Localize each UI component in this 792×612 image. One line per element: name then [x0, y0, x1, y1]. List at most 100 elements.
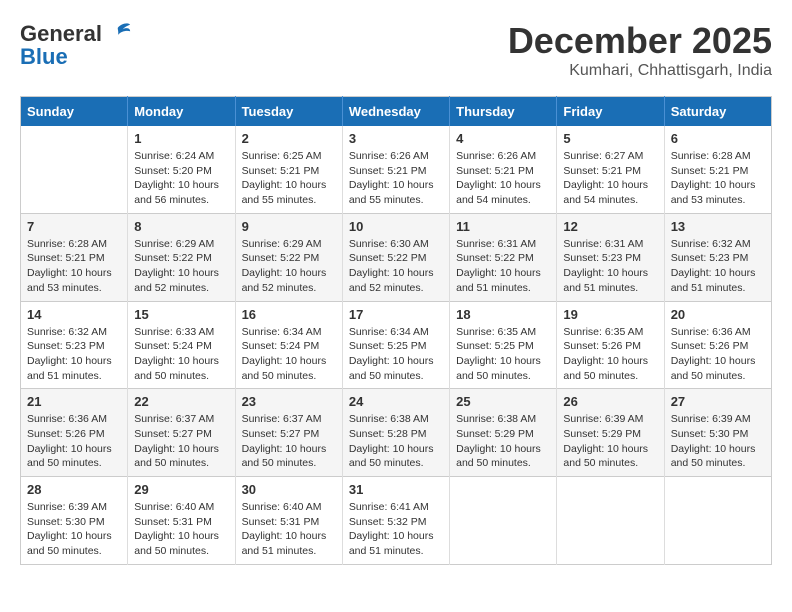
calendar-week-row: 28 Sunrise: 6:39 AM Sunset: 5:30 PM Dayli… — [21, 477, 772, 565]
calendar-week-row: 7 Sunrise: 6:28 AM Sunset: 5:21 PM Daylig… — [21, 213, 772, 301]
calendar-cell: 23 Sunrise: 6:37 AM Sunset: 5:27 PM Dayli… — [235, 389, 342, 477]
day-info: Sunrise: 6:36 AM Sunset: 5:26 PM Dayligh… — [27, 412, 121, 471]
day-info: Sunrise: 6:35 AM Sunset: 5:25 PM Dayligh… — [456, 325, 550, 384]
calendar-cell: 14 Sunrise: 6:32 AM Sunset: 5:23 PM Dayli… — [21, 301, 128, 389]
calendar-week-row: 1 Sunrise: 6:24 AM Sunset: 5:20 PM Daylig… — [21, 126, 772, 213]
day-info: Sunrise: 6:39 AM Sunset: 5:30 PM Dayligh… — [671, 412, 765, 471]
day-info: Sunrise: 6:34 AM Sunset: 5:24 PM Dayligh… — [242, 325, 336, 384]
day-info: Sunrise: 6:41 AM Sunset: 5:32 PM Dayligh… — [349, 500, 443, 559]
day-number: 2 — [242, 131, 336, 146]
day-info: Sunrise: 6:32 AM Sunset: 5:23 PM Dayligh… — [27, 325, 121, 384]
day-info: Sunrise: 6:30 AM Sunset: 5:22 PM Dayligh… — [349, 237, 443, 296]
weekday-header: Monday — [128, 97, 235, 127]
day-number: 22 — [134, 394, 228, 409]
calendar-cell: 9Sunrise: 6:29 AM Sunset: 5:22 PM Daylig… — [235, 213, 342, 301]
day-number: 31 — [349, 482, 443, 497]
calendar-cell: 21 Sunrise: 6:36 AM Sunset: 5:26 PM Dayli… — [21, 389, 128, 477]
day-number: 12 — [563, 219, 657, 234]
calendar-cell: 5 Sunrise: 6:27 AM Sunset: 5:21 PM Daylig… — [557, 126, 664, 213]
day-info: Sunrise: 6:28 AM Sunset: 5:21 PM Dayligh… — [671, 149, 765, 208]
day-number: 30 — [242, 482, 336, 497]
day-info: Sunrise: 6:33 AM Sunset: 5:24 PM Dayligh… — [134, 325, 228, 384]
day-info: Sunrise: 6:27 AM Sunset: 5:21 PM Dayligh… — [563, 149, 657, 208]
page-header: General Blue December 2025 Kumhari, Chha… — [20, 20, 772, 80]
day-info: Sunrise: 6:36 AM Sunset: 5:26 PM Dayligh… — [671, 325, 765, 384]
day-number: 18 — [456, 307, 550, 322]
calendar-week-row: 14 Sunrise: 6:32 AM Sunset: 5:23 PM Dayli… — [21, 301, 772, 389]
day-info: Sunrise: 6:31 AM Sunset: 5:22 PM Dayligh… — [456, 237, 550, 296]
calendar-cell — [664, 477, 771, 565]
day-number: 23 — [242, 394, 336, 409]
calendar-cell — [557, 477, 664, 565]
day-info: Sunrise: 6:40 AM Sunset: 5:31 PM Dayligh… — [134, 500, 228, 559]
day-number: 28 — [27, 482, 121, 497]
day-info: Sunrise: 6:26 AM Sunset: 5:21 PM Dayligh… — [456, 149, 550, 208]
day-number: 10 — [349, 219, 443, 234]
day-number: 3 — [349, 131, 443, 146]
calendar-cell: 31 Sunrise: 6:41 AM Sunset: 5:32 PM Dayli… — [342, 477, 449, 565]
calendar-cell: 2 Sunrise: 6:25 AM Sunset: 5:21 PM Daylig… — [235, 126, 342, 213]
day-number: 7 — [27, 219, 121, 234]
day-number: 1 — [134, 131, 228, 146]
weekday-header: Sunday — [21, 97, 128, 127]
day-number: 4 — [456, 131, 550, 146]
day-number: 6 — [671, 131, 765, 146]
calendar-cell: 29 Sunrise: 6:40 AM Sunset: 5:31 PM Dayli… — [128, 477, 235, 565]
day-number: 19 — [563, 307, 657, 322]
day-info: Sunrise: 6:38 AM Sunset: 5:29 PM Dayligh… — [456, 412, 550, 471]
calendar-cell: 28 Sunrise: 6:39 AM Sunset: 5:30 PM Dayli… — [21, 477, 128, 565]
calendar-cell: 22 Sunrise: 6:37 AM Sunset: 5:27 PM Dayli… — [128, 389, 235, 477]
day-info: Sunrise: 6:26 AM Sunset: 5:21 PM Dayligh… — [349, 149, 443, 208]
calendar-cell: 13 Sunrise: 6:32 AM Sunset: 5:23 PM Dayli… — [664, 213, 771, 301]
day-info: Sunrise: 6:29 AM Sunset: 5:22 PM Dayligh… — [134, 237, 228, 296]
weekday-header: Thursday — [450, 97, 557, 127]
calendar-cell: 1 Sunrise: 6:24 AM Sunset: 5:20 PM Daylig… — [128, 126, 235, 213]
calendar-cell: 26 Sunrise: 6:39 AM Sunset: 5:29 PM Dayli… — [557, 389, 664, 477]
day-number: 26 — [563, 394, 657, 409]
day-number: 13 — [671, 219, 765, 234]
day-info: Sunrise: 6:32 AM Sunset: 5:23 PM Dayligh… — [671, 237, 765, 296]
day-number: 5 — [563, 131, 657, 146]
calendar-cell: 27 Sunrise: 6:39 AM Sunset: 5:30 PM Dayli… — [664, 389, 771, 477]
day-number: 8 — [134, 219, 228, 234]
calendar-cell: 10 Sunrise: 6:30 AM Sunset: 5:22 PM Dayli… — [342, 213, 449, 301]
calendar-cell: 3 Sunrise: 6:26 AM Sunset: 5:21 PM Daylig… — [342, 126, 449, 213]
day-info: Sunrise: 6:39 AM Sunset: 5:29 PM Dayligh… — [563, 412, 657, 471]
day-number: 27 — [671, 394, 765, 409]
day-number: 20 — [671, 307, 765, 322]
weekday-header: Wednesday — [342, 97, 449, 127]
calendar-cell: 16Sunrise: 6:34 AM Sunset: 5:24 PM Dayli… — [235, 301, 342, 389]
day-info: Sunrise: 6:25 AM Sunset: 5:21 PM Dayligh… — [242, 149, 336, 208]
location-subtitle: Kumhari, Chhattisgarh, India — [508, 62, 772, 80]
day-info: Sunrise: 6:24 AM Sunset: 5:20 PM Dayligh… — [134, 149, 228, 208]
day-number: 17 — [349, 307, 443, 322]
day-info: Sunrise: 6:38 AM Sunset: 5:28 PM Dayligh… — [349, 412, 443, 471]
day-number: 21 — [27, 394, 121, 409]
calendar-cell: 8 Sunrise: 6:29 AM Sunset: 5:22 PM Daylig… — [128, 213, 235, 301]
calendar-cell: 11 Sunrise: 6:31 AM Sunset: 5:22 PM Dayli… — [450, 213, 557, 301]
day-info: Sunrise: 6:35 AM Sunset: 5:26 PM Dayligh… — [563, 325, 657, 384]
calendar-cell: 17 Sunrise: 6:34 AM Sunset: 5:25 PM Dayli… — [342, 301, 449, 389]
day-info: Sunrise: 6:37 AM Sunset: 5:27 PM Dayligh… — [242, 412, 336, 471]
day-number: 15 — [134, 307, 228, 322]
weekday-header-row: SundayMondayTuesdayWednesdayThursdayFrid… — [21, 97, 772, 127]
day-number: 14 — [27, 307, 121, 322]
calendar-cell: 7 Sunrise: 6:28 AM Sunset: 5:21 PM Daylig… — [21, 213, 128, 301]
calendar-cell: 20 Sunrise: 6:36 AM Sunset: 5:26 PM Dayli… — [664, 301, 771, 389]
calendar-cell — [21, 126, 128, 213]
weekday-header: Saturday — [664, 97, 771, 127]
day-number: 11 — [456, 219, 550, 234]
day-number: 24 — [349, 394, 443, 409]
calendar-cell: 12Sunrise: 6:31 AM Sunset: 5:23 PM Dayli… — [557, 213, 664, 301]
calendar-cell: 4 Sunrise: 6:26 AM Sunset: 5:21 PM Daylig… — [450, 126, 557, 213]
day-info: Sunrise: 6:34 AM Sunset: 5:25 PM Dayligh… — [349, 325, 443, 384]
day-info: Sunrise: 6:37 AM Sunset: 5:27 PM Dayligh… — [134, 412, 228, 471]
logo-bird-icon — [104, 20, 132, 48]
calendar-cell: 30Sunrise: 6:40 AM Sunset: 5:31 PM Dayli… — [235, 477, 342, 565]
title-block: December 2025 Kumhari, Chhattisgarh, Ind… — [508, 20, 772, 80]
day-info: Sunrise: 6:39 AM Sunset: 5:30 PM Dayligh… — [27, 500, 121, 559]
logo: General Blue — [20, 20, 132, 70]
day-number: 29 — [134, 482, 228, 497]
day-info: Sunrise: 6:28 AM Sunset: 5:21 PM Dayligh… — [27, 237, 121, 296]
calendar-cell: 15 Sunrise: 6:33 AM Sunset: 5:24 PM Dayli… — [128, 301, 235, 389]
